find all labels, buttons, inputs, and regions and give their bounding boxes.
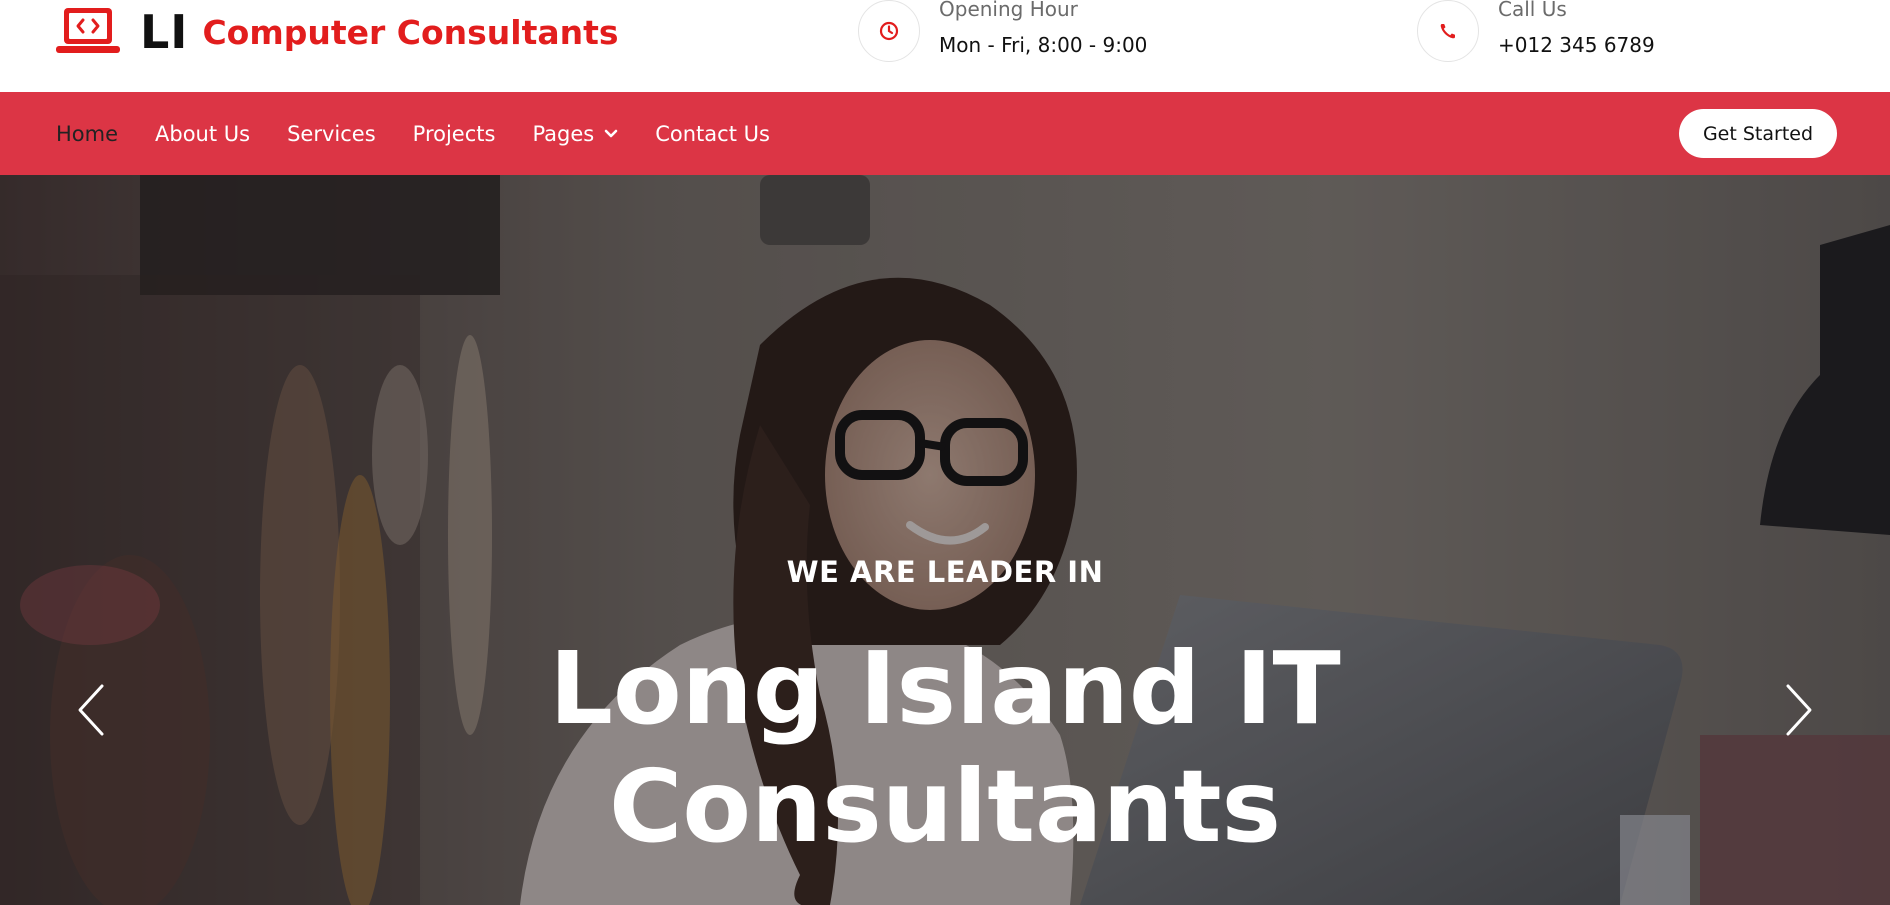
main-navbar: Home About Us Services Projects Pages Co… — [0, 92, 1890, 175]
nav-item-pages-label: Pages — [532, 121, 595, 146]
clock-icon-circle — [858, 0, 920, 62]
phone-icon — [1440, 24, 1455, 39]
nav-item-contact-us[interactable]: Contact Us — [655, 122, 770, 146]
nav-item-home[interactable]: Home — [56, 122, 118, 146]
nav-item-projects[interactable]: Projects — [413, 122, 496, 146]
hero-caption: WE ARE LEADER IN Long Island IT Consulta… — [0, 175, 1890, 905]
call-us-label: Call Us — [1498, 0, 1567, 21]
hero-headline: Long Island IT Consultants — [0, 630, 1890, 866]
chevron-left-icon — [78, 684, 104, 736]
opening-hour-value: Mon - Fri, 8:00 - 9:00 — [939, 33, 1148, 57]
brand-short-name: LI — [140, 5, 189, 59]
nav-item-services[interactable]: Services — [287, 122, 376, 146]
nav-menu: Home About Us Services Projects Pages Co… — [56, 92, 807, 175]
phone-number[interactable]: +012 345 6789 — [1498, 32, 1655, 58]
phone-icon-circle — [1417, 0, 1479, 62]
brand-name: Computer Consultants — [202, 12, 619, 52]
chevron-down-icon — [604, 129, 618, 137]
hero-eyebrow: WE ARE LEADER IN — [786, 555, 1104, 589]
opening-hours-block: Opening Hour Mon - Fri, 8:00 - 9:00 — [858, 0, 1147, 62]
call-us-block: Call Us +012 345 6789 — [1417, 0, 1655, 62]
clock-icon — [879, 21, 899, 41]
hero-carousel: WE ARE LEADER IN Long Island IT Consulta… — [0, 175, 1890, 905]
hero-headline-line-2: Consultants — [608, 748, 1282, 865]
get-started-button[interactable]: Get Started — [1679, 109, 1837, 158]
laptop-code-icon — [56, 8, 120, 53]
nav-item-about-us[interactable]: About Us — [155, 122, 250, 146]
carousel-next-button[interactable] — [1778, 680, 1818, 740]
nav-item-pages[interactable]: Pages — [532, 122, 618, 146]
hero-headline-line-1: Long Island IT — [549, 630, 1341, 747]
chevron-right-icon — [1786, 684, 1812, 736]
opening-hour-label: Opening Hour — [939, 0, 1078, 21]
top-header: LI Computer Consultants Opening Hour Mon… — [0, 0, 1890, 92]
carousel-prev-button[interactable] — [72, 680, 112, 740]
brand-logo[interactable]: LI Computer Consultants — [56, 4, 619, 60]
